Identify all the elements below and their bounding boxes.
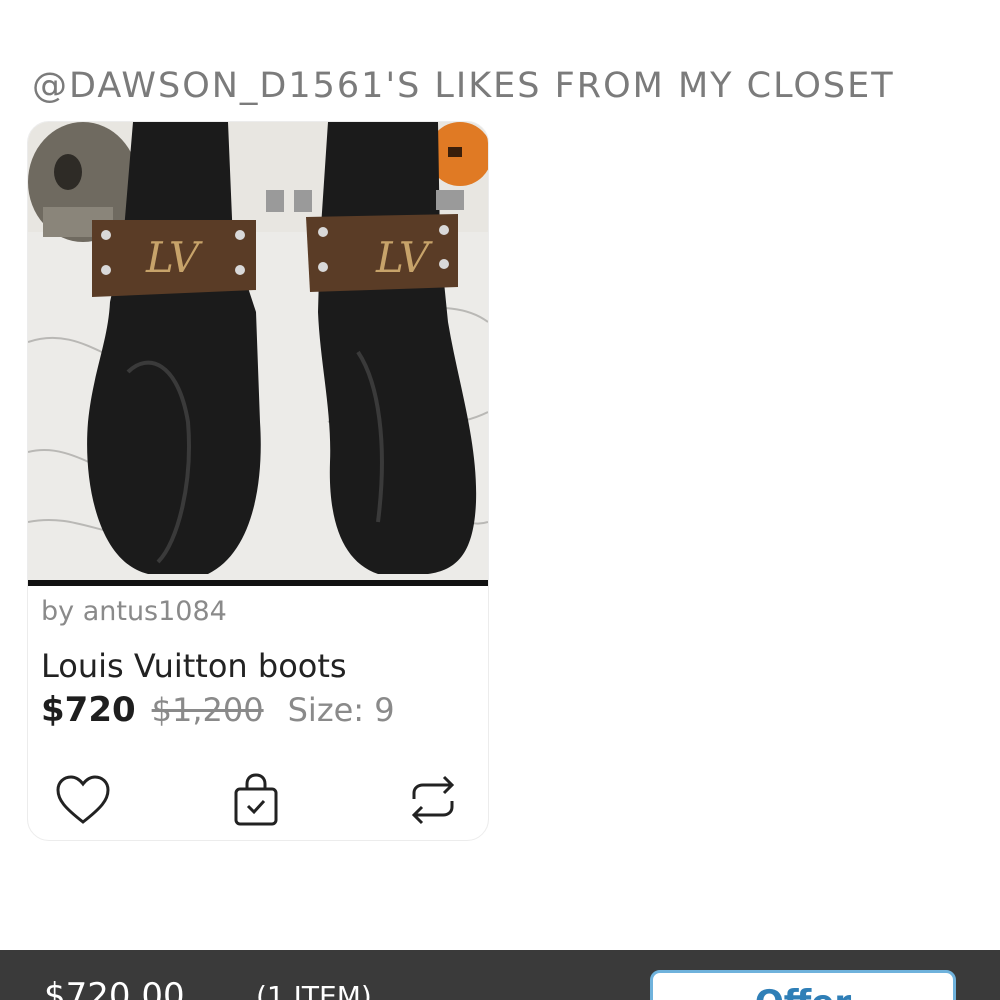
repost-icon — [411, 775, 455, 825]
page: @DAWSON_D1561'S LIKES FROM MY CLOSET LV … — [0, 0, 1000, 1000]
page-title: @DAWSON_D1561'S LIKES FROM MY CLOSET — [32, 66, 895, 106]
svg-text:LV: LV — [375, 233, 433, 282]
boots-photo: LV LV — [28, 122, 488, 580]
price-row: $720 $1,200 Size: 9 — [41, 690, 395, 730]
checkout-bar: $720.00 (1 ITEM) Offer — [0, 950, 1000, 1000]
shopping-bag-icon — [234, 773, 278, 826]
listing-photo[interactable]: LV LV — [28, 122, 488, 586]
offer-button[interactable]: Offer — [650, 970, 956, 1000]
bundle-button[interactable] — [226, 770, 286, 830]
original-price: $1,200 — [151, 691, 264, 729]
svg-text:LV: LV — [145, 233, 203, 282]
like-button[interactable] — [53, 770, 113, 830]
listing-card[interactable]: LV LV by antus1084 Louis Vuitton boots $… — [27, 121, 489, 841]
heart-icon — [56, 775, 110, 824]
item-count: (1 ITEM) — [256, 980, 372, 1000]
share-button[interactable] — [403, 770, 463, 830]
seller-name[interactable]: by antus1084 — [41, 596, 227, 627]
current-price: $720 — [41, 690, 136, 730]
item-title[interactable]: Louis Vuitton boots — [41, 647, 347, 685]
size-label: Size: 9 — [287, 691, 395, 729]
total-price: $720.00 — [44, 976, 185, 1000]
